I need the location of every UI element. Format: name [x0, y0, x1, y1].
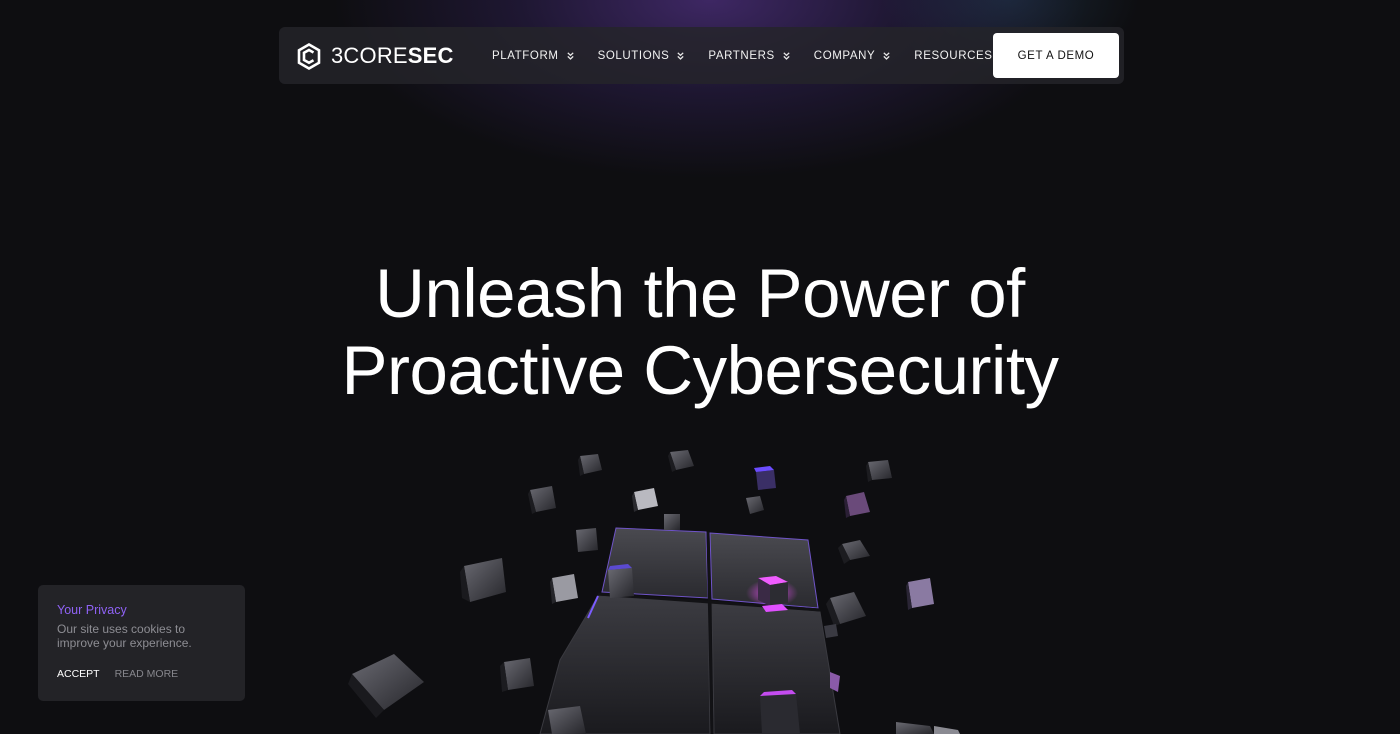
glowing-cube-bottom — [760, 690, 800, 734]
cookie-banner-text: Our site uses cookies to improve your ex… — [57, 622, 192, 650]
hero-title: Unleash the Power of Proactive Cybersecu… — [0, 255, 1400, 409]
cookie-consent-banner: Your Privacy Our site uses cookies to im… — [38, 585, 245, 701]
cookie-banner-actions: ACCEPT READ MORE — [57, 668, 178, 680]
top-navbar: 3CORESEC PLATFORM SOLUTIONS PARTNERS COM… — [279, 27, 1124, 84]
hero-title-line-2: Proactive Cybersecurity — [341, 332, 1059, 409]
brand-name: 3CORESEC — [331, 43, 454, 69]
double-chevron-down-icon — [677, 51, 685, 60]
nav-item-label: PLATFORM — [492, 49, 559, 62]
brand-name-bold: SEC — [407, 43, 454, 68]
nav-item-label: SOLUTIONS — [597, 49, 670, 62]
hero-cubes-illustration — [348, 450, 960, 734]
double-chevron-down-icon — [883, 51, 890, 60]
nav-item-label: COMPANY — [813, 49, 876, 62]
get-a-demo-button[interactable]: GET A DEMO — [993, 33, 1119, 78]
nav-item-partners[interactable]: PARTNERS — [708, 49, 790, 62]
hero-title-line-1: Unleash the Power of — [375, 255, 1025, 332]
double-chevron-down-icon — [783, 51, 790, 60]
cookie-banner-title: Your Privacy — [57, 603, 127, 617]
nav-item-solutions[interactable]: SOLUTIONS — [598, 50, 685, 62]
main-nav: PLATFORM SOLUTIONS PARTNERS COMPANY RESO… — [492, 27, 1032, 84]
cookie-read-more-link[interactable]: READ MORE — [115, 668, 179, 680]
double-chevron-down-icon — [566, 51, 574, 60]
brand-name-light: 3CORE — [331, 43, 408, 68]
cookie-accept-button[interactable]: ACCEPT — [57, 668, 100, 680]
nav-item-label: PARTNERS — [708, 49, 775, 62]
nav-item-label: RESOURCES — [914, 49, 993, 62]
nav-item-platform[interactable]: PLATFORM — [492, 50, 574, 62]
nav-item-company[interactable]: COMPANY — [814, 50, 891, 62]
brand-logo[interactable]: 3CORESEC — [297, 41, 454, 71]
hexagon-logo-icon — [297, 42, 321, 70]
